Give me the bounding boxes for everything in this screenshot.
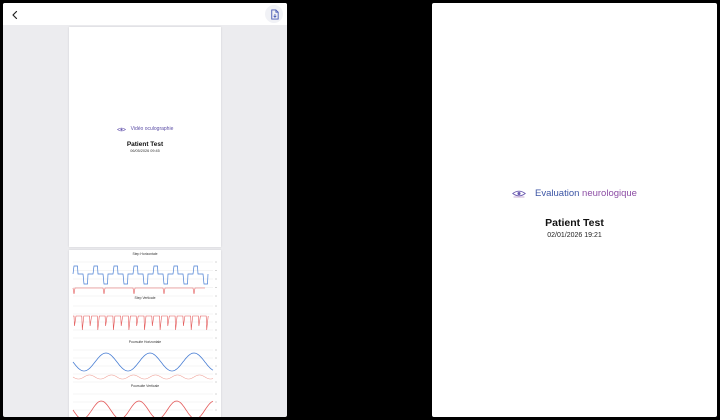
file-export-icon bbox=[270, 8, 279, 20]
chart-label-step-horizontal: Step Horizontale bbox=[132, 252, 158, 256]
chart-label-pursuit-horizontal: Poursuite Horizontale bbox=[128, 340, 162, 344]
cover-patient-name: Patient Test bbox=[126, 141, 164, 148]
report-brand: Evaluation neurologique bbox=[432, 188, 717, 199]
cover-brand: Vidéo oculographie bbox=[69, 126, 221, 132]
top-bar bbox=[3, 3, 287, 25]
chart-label-pursuit-vertical: Poursuite Verticale bbox=[130, 384, 160, 388]
cover-title: Vidéo oculographie bbox=[130, 126, 174, 132]
logo-icon bbox=[512, 190, 526, 198]
chart-pursuit-vertical bbox=[72, 393, 217, 417]
chart-pursuit-horizontal bbox=[72, 349, 217, 383]
report-date: 02/01/2026 19:21 bbox=[547, 232, 602, 239]
chart-step-horizontal bbox=[72, 261, 217, 297]
report-title: Evaluation neurologique bbox=[535, 188, 637, 199]
patient-name: Patient Test bbox=[545, 217, 604, 229]
pdf-page-cover: Vidéo oculographie Patient Test 06/05/20… bbox=[69, 27, 221, 247]
document-preview[interactable]: Vidéo oculographie Patient Test 06/05/20… bbox=[69, 27, 221, 417]
chart-step-vertical bbox=[73, 305, 217, 339]
cover-date: 06/05/2026 09:45 bbox=[130, 149, 160, 153]
report-title-part1: Evaluation bbox=[535, 188, 583, 199]
report-cover-screen: Evaluation neurologique Patient Test 02/… bbox=[432, 3, 717, 417]
chart-label-step-vertical: Step Verticale bbox=[134, 296, 156, 300]
pdf-viewer-screen: Vidéo oculographie Patient Test 06/05/20… bbox=[3, 3, 287, 417]
pdf-page-charts: Step Horizontale Step Verticale Poursuit… bbox=[69, 250, 221, 417]
report-title-part2: neurologique bbox=[582, 188, 637, 199]
back-button[interactable] bbox=[7, 7, 23, 23]
chevron-left-icon bbox=[12, 10, 18, 20]
logo-icon bbox=[116, 127, 126, 131]
export-pdf-button[interactable] bbox=[265, 5, 283, 23]
